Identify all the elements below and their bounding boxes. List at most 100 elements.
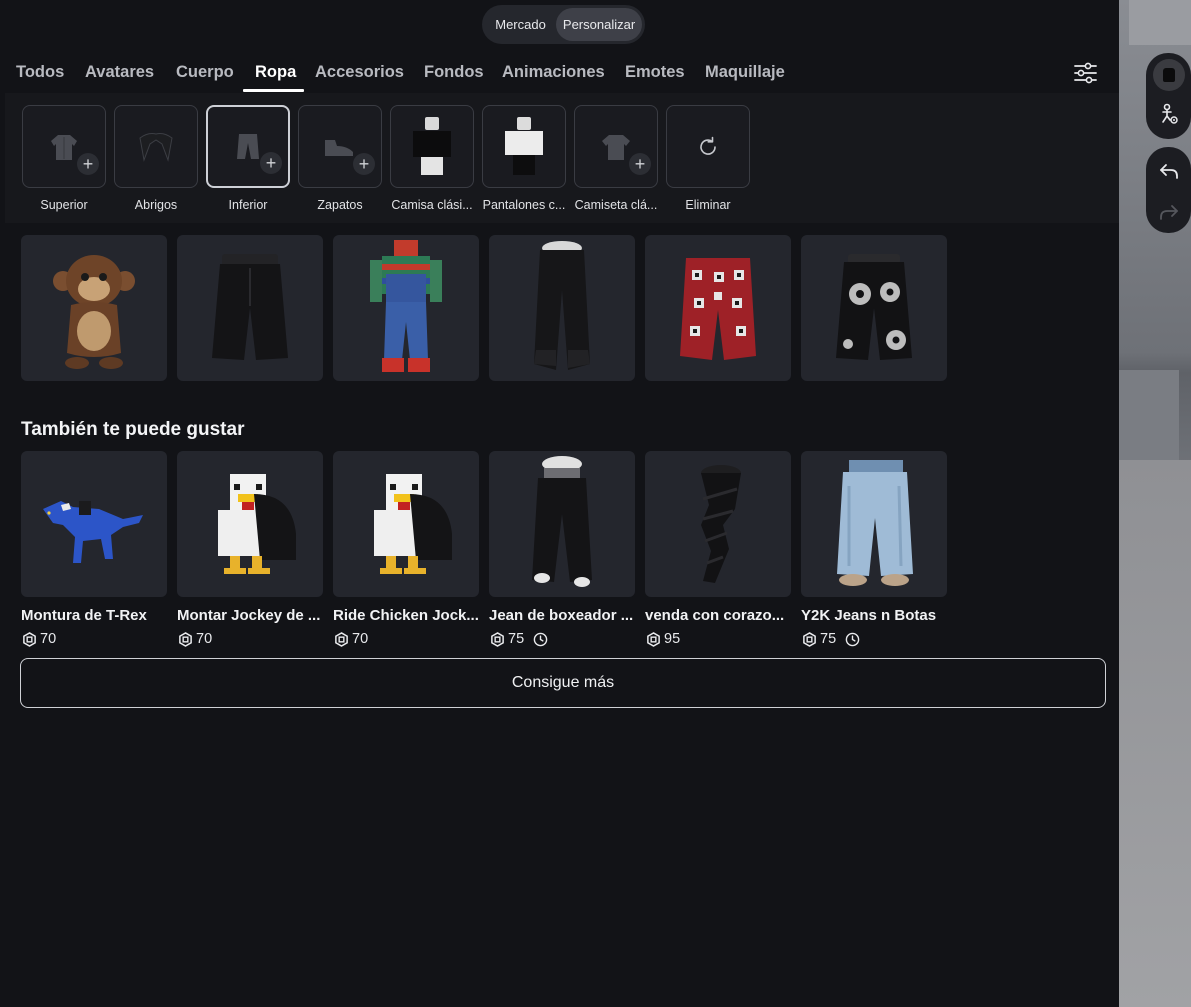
black-floral-shorts-thumbnail xyxy=(836,254,912,360)
tab-avatares[interactable]: Avatares xyxy=(85,63,154,82)
scene-wall xyxy=(1129,0,1191,45)
tab-accesorios[interactable]: Accesorios xyxy=(315,63,404,82)
slot-label: Zapatos xyxy=(317,198,363,212)
slot-box[interactable]: + xyxy=(298,105,382,188)
monkey-costume-thumbnail xyxy=(53,255,135,369)
redo-icon[interactable] xyxy=(1151,194,1187,230)
slot-label: Abrigos xyxy=(134,198,178,212)
slot-box[interactable] xyxy=(390,105,474,188)
slot-label: Superior xyxy=(40,198,88,212)
tshirt-icon xyxy=(602,134,630,160)
inventory-item-black-baggy-pants[interactable] xyxy=(489,235,635,381)
black-baggy-pants-thumbnail xyxy=(534,241,590,370)
slot-abrigos[interactable]: Abrigos xyxy=(114,105,198,212)
category-tabs: Todos Avatares Cuerpo Ropa Accesorios Fo… xyxy=(0,55,1119,93)
inventory-item-doll-overalls[interactable] xyxy=(333,235,479,381)
market-tab-button[interactable]: Mercado xyxy=(485,8,556,41)
slot-label: Pantalones c... xyxy=(482,198,566,212)
history-group xyxy=(1146,147,1191,233)
item-name[interactable]: Y2K Jeans n Botas xyxy=(801,607,951,624)
classic-shirt-thumbnail xyxy=(413,116,451,175)
slot-eliminar[interactable]: Eliminar xyxy=(666,105,750,212)
slot-box[interactable] xyxy=(482,105,566,188)
inventory-item-black-shorts[interactable] xyxy=(177,235,323,381)
item-price: 95 xyxy=(646,630,680,648)
item-name[interactable]: Montar Jockey de ... xyxy=(177,607,327,624)
tab-fondos[interactable]: Fondos xyxy=(424,63,484,82)
item-price: 70 xyxy=(178,630,212,648)
scene-block xyxy=(1119,370,1179,470)
tab-maquillaje[interactable]: Maquillaje xyxy=(705,63,785,82)
clock-icon xyxy=(845,632,860,646)
slot-box[interactable]: + xyxy=(22,105,106,188)
recommended-item-card[interactable] xyxy=(645,451,791,597)
recommendations-title: También te puede gustar xyxy=(21,419,245,440)
chicken-jockey-thumbnail xyxy=(218,474,296,574)
slot-label: Camisa clási... xyxy=(391,198,473,212)
item-name[interactable]: venda con corazo... xyxy=(645,607,795,624)
avatar-headshot[interactable] xyxy=(1152,59,1185,91)
slot-label: Eliminar xyxy=(685,198,731,212)
avatar-editor: Mercado Personalizar Todos Avatares Cuer… xyxy=(0,0,1191,1007)
item-name[interactable]: Montura de T-Rex xyxy=(21,607,171,624)
item-price: 75 xyxy=(802,630,860,648)
y2k-jeans-thumbnail xyxy=(837,460,913,586)
add-icon: + xyxy=(260,152,282,174)
avatar-settings-icon[interactable] xyxy=(1151,96,1187,132)
slot-inferior[interactable]: + Inferior xyxy=(206,105,290,212)
slot-camisa-clasica[interactable]: Camisa clási... xyxy=(390,105,474,212)
slot-pantalones-clasicos[interactable]: Pantalones c... xyxy=(482,105,566,212)
slot-box-selected[interactable]: + xyxy=(206,105,290,188)
clock-icon xyxy=(533,632,548,646)
robux-icon xyxy=(179,631,192,647)
item-price: 70 xyxy=(334,630,368,648)
recommended-item-card[interactable] xyxy=(21,451,167,597)
robux-icon xyxy=(803,631,816,647)
active-tab-indicator xyxy=(243,89,304,92)
get-more-button[interactable]: Consigue más xyxy=(20,658,1106,708)
tab-todos[interactable]: Todos xyxy=(16,63,64,82)
chicken-jockey-thumbnail xyxy=(374,474,452,574)
reset-icon xyxy=(700,136,716,155)
robux-icon xyxy=(491,631,504,647)
tab-ropa[interactable]: Ropa xyxy=(255,63,296,82)
filter-settings-icon[interactable] xyxy=(1073,61,1098,85)
tab-cuerpo[interactable]: Cuerpo xyxy=(176,63,234,82)
doll-overalls-thumbnail xyxy=(370,240,442,372)
inventory-item-red-pattern-shorts[interactable] xyxy=(645,235,791,381)
shirt-icon xyxy=(51,134,77,160)
undo-icon[interactable] xyxy=(1151,153,1187,189)
black-wrap-leg-thumbnail xyxy=(701,465,741,583)
slot-camiseta-clasica[interactable]: + Camiseta clá... xyxy=(574,105,658,212)
item-name[interactable]: Ride Chicken Jock... xyxy=(333,607,483,624)
inventory-item-monkey-costume[interactable] xyxy=(21,235,167,381)
slot-label: Camiseta clá... xyxy=(574,198,658,212)
boxer-jeans-thumbnail xyxy=(532,456,592,587)
item-name[interactable]: Jean de boxeador ... xyxy=(489,607,639,624)
price-value: 70 xyxy=(196,631,213,647)
tab-animaciones[interactable]: Animaciones xyxy=(502,63,605,82)
recommended-item-card[interactable] xyxy=(489,451,635,597)
price-value: 70 xyxy=(40,631,57,647)
tab-emotes[interactable]: Emotes xyxy=(625,63,685,82)
avatar-tools-group xyxy=(1146,53,1191,139)
inventory-item-black-floral-shorts[interactable] xyxy=(801,235,947,381)
mode-switch: Mercado Personalizar xyxy=(482,5,645,44)
recommended-item-card[interactable] xyxy=(801,451,947,597)
item-price: 70 xyxy=(22,630,56,648)
scene-floor xyxy=(1119,460,1191,1007)
price-value: 70 xyxy=(352,631,369,647)
recommended-item-card[interactable] xyxy=(333,451,479,597)
slot-zapatos[interactable]: + Zapatos xyxy=(298,105,382,212)
slot-superior[interactable]: + Superior xyxy=(22,105,106,212)
robux-icon xyxy=(23,631,36,647)
catalog-panel: Mercado Personalizar Todos Avatares Cuer… xyxy=(0,0,1119,1007)
recommended-item-card[interactable] xyxy=(177,451,323,597)
clothing-slots: + Superior Abrigos + Inferior + Zapatos … xyxy=(5,93,1119,223)
customize-tab-button[interactable]: Personalizar xyxy=(556,8,642,41)
slot-box[interactable] xyxy=(666,105,750,188)
slot-box[interactable]: + xyxy=(574,105,658,188)
black-shorts-thumbnail xyxy=(212,254,288,360)
slot-box[interactable] xyxy=(114,105,198,188)
add-icon: + xyxy=(77,153,99,175)
